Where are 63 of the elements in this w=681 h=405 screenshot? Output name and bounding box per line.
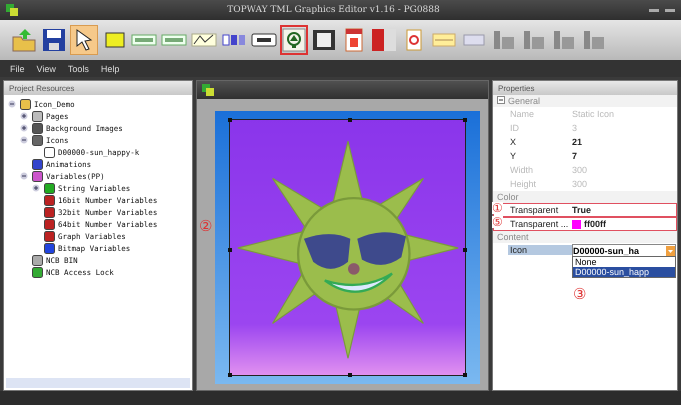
tree-node-icon — [32, 122, 43, 134]
color-swatch[interactable] — [572, 220, 581, 228]
expand-toggle[interactable] — [20, 136, 29, 144]
open-icon — [11, 27, 37, 53]
tree-node-icon — [32, 266, 43, 278]
tree-node-icon — [44, 242, 55, 254]
minimize-button[interactable] — [649, 8, 659, 12]
category-label: Content — [497, 232, 529, 242]
save-icon — [41, 27, 67, 53]
property-name: Transparent ... — [509, 219, 570, 229]
tree-node-icon — [32, 110, 43, 122]
expand-toggle[interactable] — [20, 172, 29, 180]
tree-node-icon — [32, 158, 43, 170]
annotation-number: ⑤ — [492, 216, 503, 228]
property-value[interactable]: 21 — [572, 137, 676, 147]
category-label: Color — [497, 192, 519, 202]
property-name: Height — [509, 179, 538, 189]
collapse-toggle[interactable] — [497, 96, 505, 106]
property-name: Y — [509, 151, 518, 161]
dropdown-option[interactable]: D00000-sun_happ — [573, 267, 675, 277]
film-icon — [311, 27, 337, 53]
tree-node-icon — [32, 254, 43, 266]
tree-node-icon — [44, 230, 55, 242]
menu-item[interactable]: Help — [100, 64, 120, 74]
bar-icon — [371, 27, 397, 53]
annotation-number: ② — [199, 219, 212, 234]
panel-title: Properties — [493, 81, 677, 95]
document-icon — [202, 84, 214, 96]
menu-item[interactable]: View — [36, 64, 56, 74]
tree-node-icon — [32, 134, 43, 146]
tree-node-icon — [44, 206, 55, 218]
maximize-button[interactable] — [665, 8, 675, 12]
tree-node-icon — [44, 218, 55, 230]
dropdown-option[interactable]: None — [573, 257, 675, 267]
pointer-tool-button[interactable] — [70, 25, 98, 55]
expand-toggle[interactable] — [20, 112, 29, 120]
property-name: Width — [509, 165, 534, 175]
tree-node-icon — [44, 194, 55, 206]
property-name: Icon — [508, 245, 572, 255]
property-name: X — [509, 137, 518, 147]
menu-item[interactable]: File — [10, 64, 25, 74]
property-name: Name — [509, 109, 536, 119]
tree-node-icon — [32, 170, 43, 182]
app-icon — [6, 4, 18, 16]
expand-toggle[interactable] — [32, 184, 41, 192]
expand-toggle[interactable] — [8, 100, 17, 108]
property-value[interactable]: True — [572, 205, 676, 215]
property-name: ID — [509, 123, 520, 133]
window-title: TOPWAY TML Graphics Editor v1.16 - PG0888 — [226, 5, 441, 15]
category-label: General — [508, 96, 540, 106]
expand-toggle[interactable] — [20, 124, 29, 132]
tree-node-icon — [44, 146, 55, 158]
horizontal-scrollbar[interactable] — [6, 378, 190, 388]
annotation-number: ③ — [573, 286, 586, 303]
property-name: Transparent — [509, 205, 560, 215]
property-value[interactable]: ff00ff — [584, 219, 606, 229]
tree-node-icon — [44, 182, 55, 194]
property-value[interactable]: 7 — [572, 151, 676, 161]
tree-node-icon — [20, 98, 31, 110]
icon-dropdown[interactable]: D00000-sun_ha — [572, 244, 676, 257]
panel-title: Project Resources — [4, 81, 192, 95]
menu-item[interactable]: Tools — [68, 64, 89, 74]
annotation-number: ① — [492, 202, 503, 214]
